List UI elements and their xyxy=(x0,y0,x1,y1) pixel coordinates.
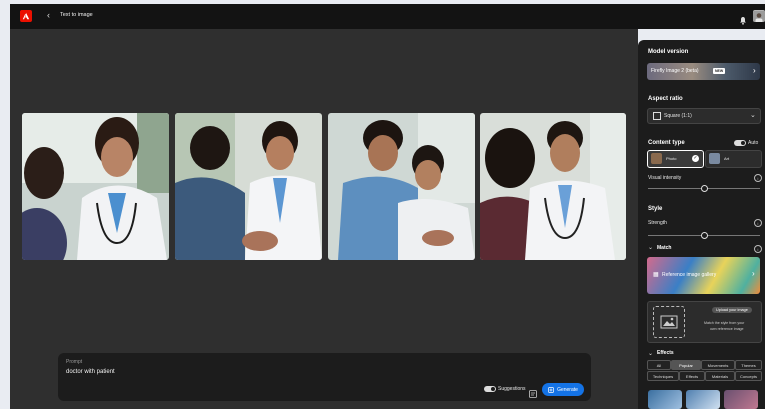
strength-handle[interactable] xyxy=(701,232,708,239)
chevron-down-icon[interactable]: ⌄ xyxy=(648,350,653,357)
effects-heading: Effects xyxy=(657,350,674,356)
effects-tab-popular[interactable]: Popular xyxy=(671,360,701,370)
top-bar: ‹ Text to image xyxy=(10,4,765,29)
info-icon[interactable]: i xyxy=(754,174,762,182)
upload-description-1: Match the style from your xyxy=(704,321,745,325)
chevron-left-icon[interactable]: ‹ xyxy=(47,10,50,20)
checkmark-icon: ✓ xyxy=(692,155,699,162)
suggestions-settings-icon[interactable] xyxy=(529,385,537,403)
image-placeholder-icon xyxy=(653,306,685,338)
info-icon[interactable]: i xyxy=(754,219,762,227)
effects-tab-materials[interactable]: Materials xyxy=(705,371,735,381)
style-heading: Style xyxy=(648,206,663,212)
square-icon xyxy=(653,112,661,120)
photo-thumbnail-icon xyxy=(651,153,662,164)
notification-icon[interactable] xyxy=(739,12,747,25)
prompt-input[interactable]: doctor with patient xyxy=(66,369,115,375)
generate-button[interactable]: Generate xyxy=(542,383,584,396)
art-label: Art xyxy=(724,156,730,161)
upload-reference-area[interactable]: Upload your image Match the style from y… xyxy=(647,301,762,343)
generated-image-2[interactable] xyxy=(175,113,322,260)
upload-description-2: own reference image xyxy=(710,327,744,331)
suggestions-label: Suggestions xyxy=(498,386,526,392)
upload-image-button[interactable]: Upload your image xyxy=(712,307,752,313)
photo-label: Photo xyxy=(666,156,677,161)
art-thumbnail-icon xyxy=(709,153,720,164)
aspect-ratio-heading: Aspect ratio xyxy=(648,96,683,102)
effects-tab-all[interactable]: All xyxy=(647,360,671,370)
prompt-bar: Prompt doctor with patient Suggestions G… xyxy=(58,353,591,401)
prompt-label: Prompt xyxy=(66,359,83,365)
generated-image-1[interactable] xyxy=(22,113,169,260)
new-badge: NEW xyxy=(713,68,726,74)
reference-gallery-button[interactable]: ▦ Reference image gallery › xyxy=(647,257,760,294)
generated-image-3[interactable] xyxy=(328,113,475,260)
model-version-selector[interactable]: Firefly Image 2 (beta) NEW › xyxy=(647,63,760,80)
settings-panel: Model version Firefly Image 2 (beta) NEW… xyxy=(638,40,765,409)
breadcrumb: Text to image xyxy=(60,12,93,18)
model-version-value: Firefly Image 2 (beta) xyxy=(651,68,699,74)
effect-thumbnail[interactable] xyxy=(648,390,682,409)
content-type-photo-option[interactable]: Photo ✓ xyxy=(647,150,704,168)
adobe-logo-icon[interactable] xyxy=(20,10,32,22)
content-type-heading: Content type xyxy=(648,140,685,146)
effects-tab-movements[interactable]: Movements xyxy=(701,360,735,370)
visual-intensity-label: Visual intensity xyxy=(648,175,682,181)
effects-tab-techniques[interactable]: Techniques xyxy=(647,371,679,381)
match-heading: Match xyxy=(657,245,672,251)
info-icon[interactable]: i xyxy=(754,245,762,253)
effects-tab-themes[interactable]: Themes xyxy=(735,360,762,370)
effects-tab-effects[interactable]: Effects xyxy=(679,371,705,381)
auto-label: Auto xyxy=(748,140,759,146)
generate-icon xyxy=(548,386,554,393)
effects-tab-concepts[interactable]: Concepts xyxy=(735,371,762,381)
effect-thumbnail[interactable] xyxy=(724,390,758,409)
aspect-ratio-value: Square (1:1) xyxy=(664,113,692,119)
gallery-grid-icon: ▦ xyxy=(653,272,659,278)
content-type-art-option[interactable]: Art xyxy=(705,150,762,168)
generated-image-4[interactable] xyxy=(480,113,626,260)
chevron-down-icon: ⌄ xyxy=(750,112,756,119)
chevron-right-icon: › xyxy=(752,269,755,278)
auto-toggle[interactable] xyxy=(734,140,746,146)
aspect-ratio-dropdown[interactable]: Square (1:1) ⌄ xyxy=(647,108,761,124)
chevron-right-icon: › xyxy=(753,66,756,75)
model-version-heading: Model version xyxy=(648,49,689,55)
reference-gallery-label: Reference image gallery xyxy=(662,272,717,278)
visual-intensity-handle[interactable] xyxy=(701,185,708,192)
strength-label: Strength xyxy=(648,220,667,226)
avatar[interactable] xyxy=(753,10,765,22)
suggestions-toggle[interactable] xyxy=(484,386,496,392)
chevron-down-icon[interactable]: ⌄ xyxy=(648,244,653,251)
effect-thumbnail[interactable] xyxy=(686,390,720,409)
generate-label: Generate xyxy=(557,386,578,393)
